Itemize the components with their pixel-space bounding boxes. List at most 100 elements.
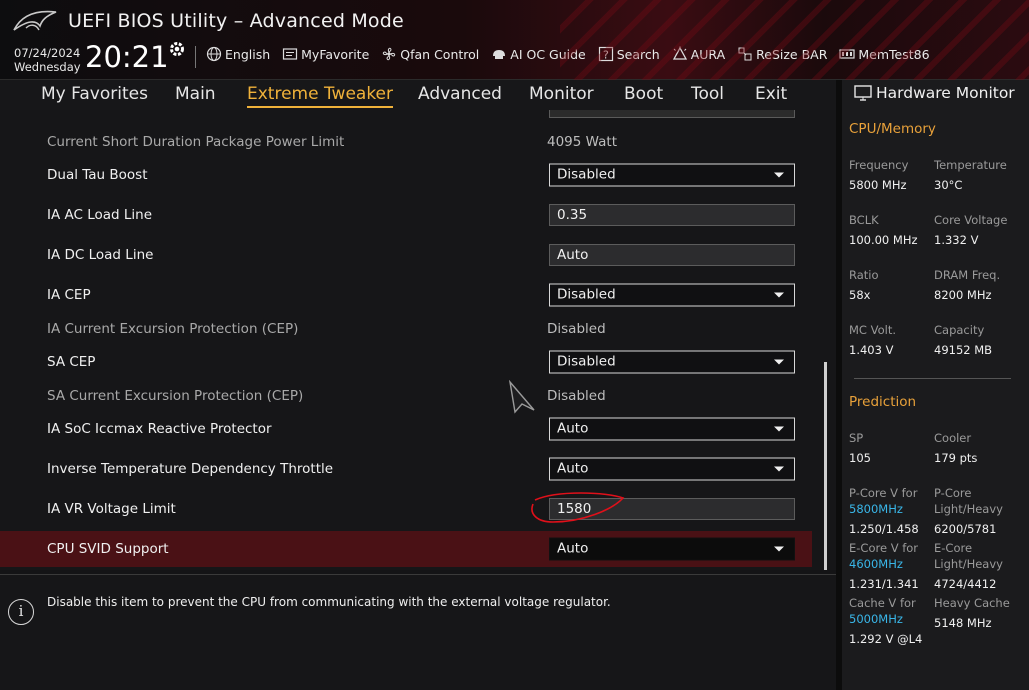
- cpu-memory-section-title: CPU/Memory: [849, 121, 936, 137]
- hw-cell-dram-freq: DRAM Freq. 8200 MHz: [934, 267, 1000, 303]
- tab-tool[interactable]: Tool: [691, 84, 724, 104]
- hw-value: 6200/5781: [934, 522, 997, 536]
- setting-label: IA CEP: [47, 287, 91, 303]
- hw-cell-pcore-v: P-Core V for 5800MHz 1.250/1.458: [849, 485, 919, 537]
- setting-value: Disabled: [547, 321, 606, 337]
- fan-icon: [383, 47, 396, 61]
- myfavorite-button[interactable]: MyFavorite: [282, 46, 369, 62]
- setting-row-ia-ac-load-line[interactable]: IA AC Load Line 0.35: [0, 197, 812, 233]
- hw-value: 1.231/1.341: [849, 577, 919, 591]
- sa-cep-dropdown[interactable]: Disabled: [549, 350, 795, 374]
- setting-row-sa-current-excursion: SA Current Excursion Protection (CEP) Di…: [0, 378, 812, 414]
- dropdown-value: Auto: [557, 460, 589, 477]
- svg-text:?: ?: [603, 49, 609, 62]
- qfan-label: Qfan Control: [400, 46, 480, 62]
- tab-monitor[interactable]: Monitor: [529, 84, 594, 104]
- hw-key: Heavy Cache: [934, 596, 1010, 610]
- prediction-section-title: Prediction: [849, 394, 917, 410]
- tab-exit[interactable]: Exit: [755, 84, 787, 104]
- chevron-down-icon: [774, 172, 784, 178]
- setting-row-ia-cep[interactable]: IA CEP Disabled: [0, 277, 812, 313]
- settings-scrollbar[interactable]: [824, 362, 827, 570]
- help-text: Disable this item to prevent the CPU fro…: [47, 595, 611, 609]
- ia-cep-dropdown[interactable]: Disabled: [549, 283, 795, 307]
- setting-value: 4095 Watt: [547, 134, 617, 150]
- tab-extreme-tweaker[interactable]: Extreme Tweaker: [247, 84, 394, 108]
- resize-bar-label: ReSize BAR: [756, 46, 828, 62]
- hw-key: E-Core V for: [849, 541, 919, 555]
- hardware-monitor-label: Hardware Monitor: [876, 84, 1015, 102]
- hw-value: 49152 MB: [934, 343, 993, 357]
- setting-label: CPU SVID Support: [47, 541, 169, 557]
- setting-label: Inverse Temperature Dependency Throttle: [47, 461, 334, 477]
- setting-row-cpu-svid-support[interactable]: CPU SVID Support Auto: [0, 531, 812, 567]
- memtest-icon: [839, 49, 855, 59]
- tab-main[interactable]: Main: [175, 84, 216, 104]
- aura-button[interactable]: AURA: [672, 46, 725, 62]
- dual-tau-boost-dropdown[interactable]: Disabled: [549, 163, 795, 187]
- hw-cell-bclk: BCLK 100.00 MHz: [849, 212, 918, 248]
- ai-oc-guide-button[interactable]: AI OC Guide: [491, 46, 586, 62]
- hw-cell-ecore-v: E-Core V for 4600MHz 1.231/1.341: [849, 540, 919, 592]
- dropdown-value: Disabled: [557, 166, 616, 183]
- partial-field: [549, 110, 795, 118]
- hw-key-sub: Light/Heavy: [934, 557, 1003, 571]
- hw-key: Cooler: [934, 431, 972, 445]
- hw-key: P-Core: [934, 486, 972, 500]
- setting-row-ia-soc-iccmax[interactable]: IA SoC Iccmax Reactive Protector Auto: [0, 411, 812, 447]
- settings-panel: Current Short Duration Package Power Lim…: [0, 110, 836, 570]
- hw-key-freq: 5800MHz: [849, 502, 903, 516]
- memtest86-button[interactable]: MemTest86: [839, 46, 930, 62]
- resize-bar-button[interactable]: ReSize BAR: [737, 46, 827, 62]
- chevron-down-icon: [774, 292, 784, 298]
- hw-key: P-Core V for: [849, 486, 918, 500]
- setting-row-sa-cep[interactable]: SA CEP Disabled: [0, 344, 812, 380]
- hw-value: 30°C: [934, 178, 963, 192]
- tab-my-favorites[interactable]: My Favorites: [41, 84, 148, 104]
- setting-row-ia-dc-load-line[interactable]: IA DC Load Line Auto: [0, 237, 812, 273]
- hw-value: 1.403 V: [849, 343, 894, 357]
- qfan-control-button[interactable]: Qfan Control: [381, 46, 479, 62]
- gear-icon[interactable]: [168, 40, 186, 58]
- language-button[interactable]: English: [206, 46, 270, 62]
- cpu-svid-support-dropdown[interactable]: Auto: [549, 537, 795, 561]
- red-annotation-circle-icon: [531, 492, 625, 523]
- hw-cell-capacity: Capacity 49152 MB: [934, 322, 992, 358]
- hw-cell-ratio: Ratio 58x: [849, 267, 879, 303]
- tab-advanced[interactable]: Advanced: [418, 84, 502, 104]
- hw-key: SP: [849, 431, 864, 445]
- ia-soc-iccmax-dropdown[interactable]: Auto: [549, 417, 795, 441]
- setting-label: IA SoC Iccmax Reactive Protector: [47, 421, 272, 437]
- ia-dc-load-line-input[interactable]: Auto: [549, 244, 795, 266]
- hw-key: E-Core: [934, 541, 973, 555]
- chevron-down-icon: [774, 466, 784, 472]
- setting-row-ia-vr-voltage-limit[interactable]: IA VR Voltage Limit 1580: [0, 491, 812, 527]
- ai-oc-icon: [493, 50, 506, 59]
- hw-value: 105: [849, 451, 871, 465]
- search-icon: ?: [598, 46, 613, 62]
- hw-cell-cooler: Cooler 179 pts: [934, 430, 977, 466]
- setting-row-dual-tau-boost[interactable]: Dual Tau Boost Disabled: [0, 157, 812, 193]
- ia-ac-load-line-input[interactable]: 0.35: [549, 204, 795, 226]
- info-icon: i: [8, 599, 34, 625]
- hw-key-sub: Light/Heavy: [934, 502, 1003, 516]
- setting-label: IA DC Load Line: [47, 247, 154, 263]
- hw-value: 8200 MHz: [934, 288, 992, 302]
- setting-label: Current Short Duration Package Power Lim…: [47, 134, 345, 150]
- hw-value: 5148 MHz: [934, 616, 992, 630]
- hw-divider: [854, 378, 1011, 379]
- hw-cell-heavy-cache: Heavy Cache 5148 MHz: [934, 595, 1010, 631]
- hw-cell-frequency: Frequency 5800 MHz: [849, 157, 908, 193]
- date-text: 07/24/2024: [14, 46, 81, 60]
- hw-cell-cache-v: Cache V for 5000MHz 1.292 V @L4: [849, 595, 922, 647]
- favorite-icon: [283, 48, 298, 60]
- hardware-monitor-panel: Hardware Monitor CPU/Memory Frequency 58…: [836, 80, 1029, 690]
- setting-row-inverse-temp-throttle[interactable]: Inverse Temperature Dependency Throttle …: [0, 451, 812, 487]
- hw-key: DRAM Freq.: [934, 268, 1001, 282]
- search-button[interactable]: ? Search: [598, 46, 660, 62]
- setting-label: SA Current Excursion Protection (CEP): [47, 388, 304, 404]
- tab-boot[interactable]: Boot: [624, 84, 663, 104]
- dropdown-value: Auto: [557, 540, 589, 557]
- hw-key: Temperature: [934, 158, 1007, 172]
- inverse-temp-throttle-dropdown[interactable]: Auto: [549, 457, 795, 481]
